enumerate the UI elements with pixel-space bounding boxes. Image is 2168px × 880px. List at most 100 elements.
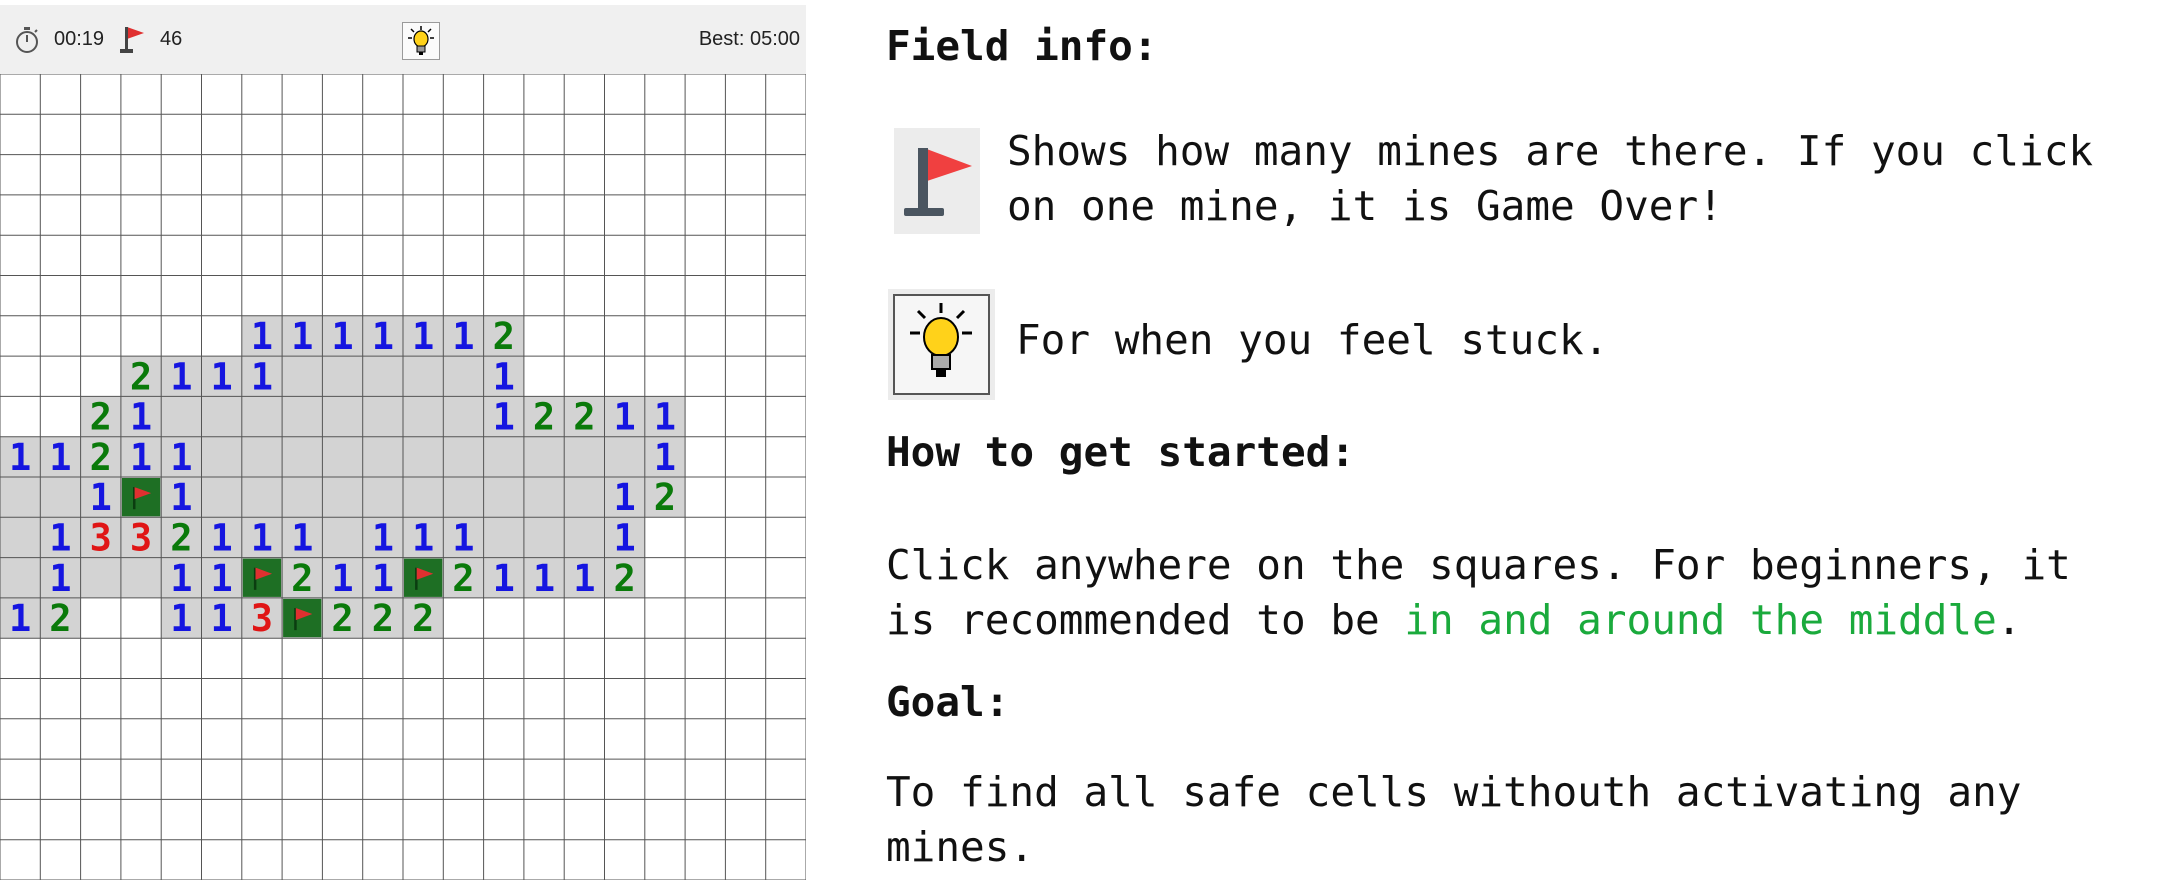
grid-cell[interactable] — [443, 74, 484, 115]
grid-cell[interactable] — [403, 275, 444, 316]
grid-cell[interactable] — [523, 154, 565, 195]
grid-cell[interactable] — [80, 638, 121, 679]
grid-cell[interactable] — [362, 759, 403, 800]
grid-cell[interactable] — [0, 839, 41, 880]
grid-cell[interactable] — [40, 356, 81, 397]
grid-cell[interactable] — [564, 356, 605, 397]
grid-cell[interactable] — [40, 477, 81, 518]
grid-cell[interactable] — [362, 396, 403, 437]
grid-cell[interactable] — [201, 275, 242, 316]
grid-cell[interactable] — [282, 799, 323, 840]
grid-cell[interactable] — [685, 477, 726, 518]
hint-button[interactable] — [402, 22, 440, 60]
grid-cell[interactable] — [564, 436, 605, 477]
grid-cell[interactable] — [523, 718, 565, 760]
grid-cell[interactable] — [443, 356, 484, 397]
grid-cell[interactable] — [161, 759, 202, 800]
grid-cell[interactable] — [604, 275, 645, 316]
grid-cell[interactable] — [120, 839, 162, 880]
grid-cell[interactable] — [161, 396, 202, 437]
grid-cell[interactable] — [765, 477, 806, 518]
grid-cell[interactable] — [241, 678, 283, 719]
grid-cell[interactable] — [40, 74, 81, 115]
grid-cell[interactable] — [765, 315, 806, 357]
grid-cell[interactable] — [443, 275, 484, 316]
grid-cell[interactable] — [403, 799, 444, 840]
grid-cell[interactable] — [644, 194, 686, 236]
grid-cell[interactable] — [161, 638, 202, 679]
grid-cell[interactable] — [241, 839, 283, 880]
grid-cell[interactable] — [765, 74, 806, 115]
grid-cell[interactable] — [80, 154, 121, 195]
grid-cell[interactable] — [322, 517, 363, 558]
grid-cell[interactable] — [523, 759, 565, 800]
grid-cell[interactable] — [644, 597, 686, 639]
grid-cell[interactable] — [403, 356, 444, 397]
grid-cell[interactable] — [403, 235, 444, 276]
grid-cell[interactable] — [644, 557, 686, 598]
grid-cell[interactable] — [403, 396, 444, 437]
grid-cell[interactable] — [241, 799, 283, 840]
grid-cell[interactable] — [685, 114, 726, 155]
grid-cell[interactable] — [604, 799, 645, 840]
grid-cell[interactable] — [201, 396, 242, 437]
grid-cell[interactable] — [725, 74, 766, 115]
grid-cell[interactable] — [282, 235, 323, 276]
grid-cell[interactable] — [241, 235, 283, 276]
grid-cell[interactable] — [80, 275, 121, 316]
grid-cell[interactable] — [322, 114, 363, 155]
grid-cell[interactable] — [80, 235, 121, 276]
grid-cell[interactable] — [322, 759, 363, 800]
grid-cell[interactable] — [201, 74, 242, 115]
grid-cell[interactable] — [40, 839, 81, 880]
grid-cell[interactable] — [765, 275, 806, 316]
grid-cell[interactable] — [161, 154, 202, 195]
grid-cell[interactable] — [725, 678, 766, 719]
grid-cell[interactable] — [685, 315, 726, 357]
grid-cell[interactable] — [403, 114, 444, 155]
grid-cell[interactable] — [604, 154, 645, 195]
grid-cell[interactable] — [241, 396, 283, 437]
grid-cell[interactable] — [80, 839, 121, 880]
grid-cell[interactable] — [604, 114, 645, 155]
grid-cell[interactable] — [644, 356, 686, 397]
grid-cell[interactable] — [120, 74, 162, 115]
grid-cell[interactable] — [80, 799, 121, 840]
grid-cell[interactable] — [604, 356, 645, 397]
grid-cell[interactable] — [443, 839, 484, 880]
grid-cell[interactable] — [604, 235, 645, 276]
grid-cell[interactable] — [403, 839, 444, 880]
grid-cell[interactable] — [644, 275, 686, 316]
grid-cell[interactable] — [644, 718, 686, 760]
grid-cell[interactable] — [765, 436, 806, 477]
grid-cell[interactable] — [483, 839, 524, 880]
grid-cell[interactable] — [564, 517, 605, 558]
grid-cell[interactable] — [0, 275, 41, 316]
grid-cell[interactable] — [443, 799, 484, 840]
grid-cell[interactable] — [0, 477, 41, 518]
grid-cell[interactable] — [725, 517, 766, 558]
grid-cell[interactable] — [685, 194, 726, 236]
grid-cell[interactable] — [644, 74, 686, 115]
grid-cell[interactable] — [80, 315, 121, 357]
grid-cell[interactable] — [161, 194, 202, 236]
grid-cell[interactable] — [443, 678, 484, 719]
grid-cell[interactable] — [725, 839, 766, 880]
grid-cell[interactable] — [523, 315, 565, 357]
grid-cell[interactable] — [0, 315, 41, 357]
grid-cell[interactable] — [644, 154, 686, 195]
grid-cell[interactable] — [443, 597, 484, 639]
grid-cell[interactable] — [523, 799, 565, 840]
grid-cell[interactable] — [201, 759, 242, 800]
grid-cell[interactable] — [725, 154, 766, 195]
grid-cell[interactable] — [241, 194, 283, 236]
grid-cell[interactable] — [241, 638, 283, 679]
grid-cell[interactable] — [523, 275, 565, 316]
grid-cell[interactable] — [161, 678, 202, 719]
grid-cell[interactable] — [201, 194, 242, 236]
grid-cell[interactable] — [564, 839, 605, 880]
grid-cell[interactable] — [362, 678, 403, 719]
grid-cell[interactable] — [282, 839, 323, 880]
grid-cell[interactable] — [322, 275, 363, 316]
grid-cell[interactable] — [604, 597, 645, 639]
